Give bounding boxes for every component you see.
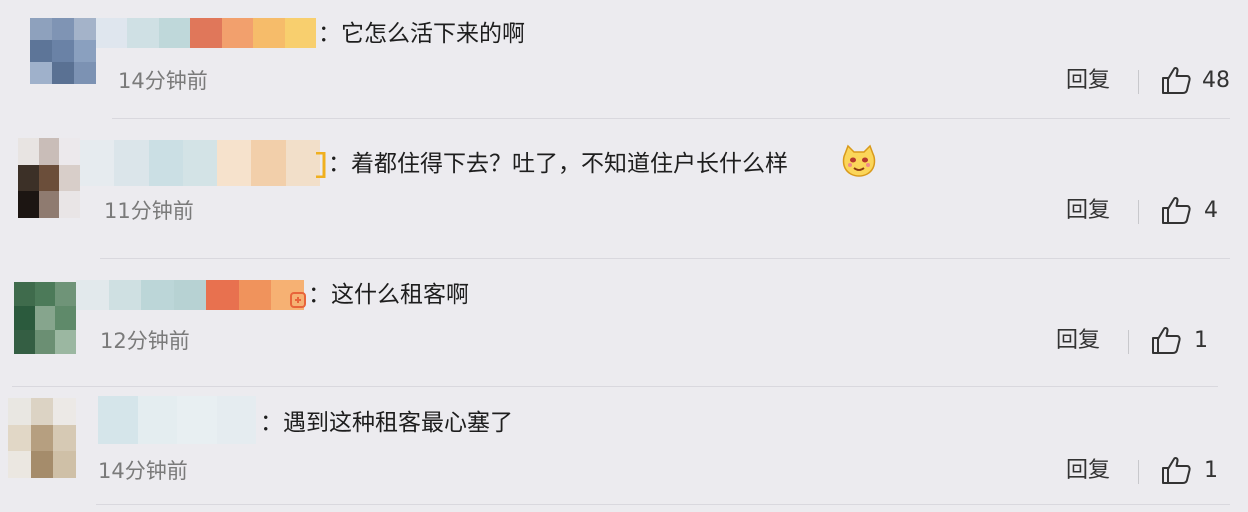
comment-text: ：它怎么活下来的啊: [318, 21, 525, 47]
like-count: 1: [1204, 458, 1218, 483]
action-separator: [1138, 70, 1139, 94]
like-count: 4: [1204, 198, 1218, 223]
comment-time: 12分钟前: [100, 329, 190, 353]
like-count: 1: [1194, 328, 1208, 353]
comment-text: ：着都住得下去？吐了，不知道住户长什么样: [328, 151, 788, 177]
thumbs-up-icon[interactable]: [1160, 455, 1192, 485]
user-avatar[interactable]: [18, 138, 80, 218]
comment-text: ：遇到这种租客最心塞了: [260, 410, 513, 436]
comment-text: ：这什么租客啊: [308, 282, 469, 308]
comment-time: 14分钟前: [118, 69, 208, 93]
comment-divider: [12, 386, 1218, 387]
user-avatar[interactable]: [8, 398, 76, 478]
like-count: 48: [1202, 68, 1230, 93]
action-separator: [1138, 200, 1139, 224]
thumbs-up-icon[interactable]: [1150, 325, 1182, 355]
username-blurred[interactable]: [98, 396, 256, 444]
cat-face-emoji-icon: [842, 144, 876, 177]
member-badge-icon: [316, 152, 326, 178]
username-blurred[interactable]: [76, 280, 304, 310]
username-blurred[interactable]: [96, 18, 316, 48]
comment-time: 14分钟前: [98, 459, 188, 483]
user-avatar[interactable]: [30, 18, 96, 84]
comment-divider: [100, 258, 1230, 259]
comment-divider: [96, 504, 1230, 505]
comment-time: 11分钟前: [104, 199, 194, 223]
reply-button[interactable]: 回复: [1056, 327, 1100, 355]
thumbs-up-icon[interactable]: [1160, 65, 1192, 95]
action-separator: [1128, 330, 1129, 354]
member-badge-icon: [290, 292, 306, 308]
reply-button[interactable]: 回复: [1066, 67, 1110, 95]
reply-button[interactable]: 回复: [1066, 197, 1110, 225]
comment-divider: [112, 118, 1230, 119]
reply-button[interactable]: 回复: [1066, 457, 1110, 485]
action-separator: [1138, 460, 1139, 484]
thumbs-up-icon[interactable]: [1160, 195, 1192, 225]
username-blurred[interactable]: [80, 140, 320, 186]
user-avatar[interactable]: [14, 282, 76, 354]
